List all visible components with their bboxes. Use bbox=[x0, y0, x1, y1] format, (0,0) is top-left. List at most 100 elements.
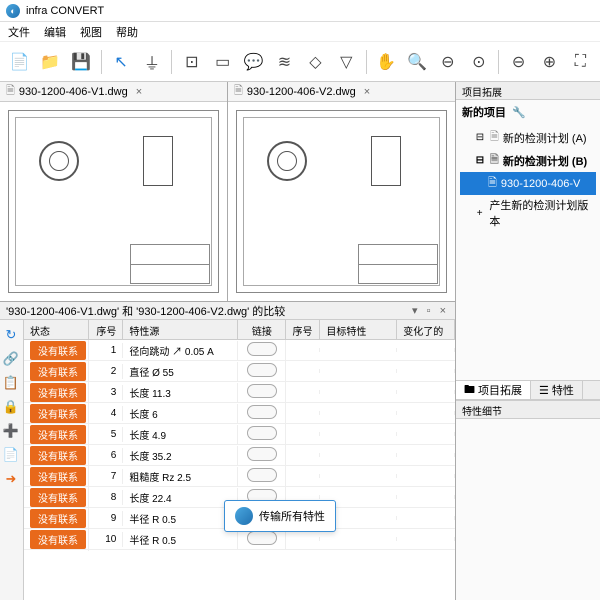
circle-minus-icon[interactable]: ⊖ bbox=[505, 48, 532, 76]
table-row[interactable]: 没有联系6长度 35.2 bbox=[24, 445, 455, 466]
status-badge: 没有联系 bbox=[30, 530, 86, 549]
col-seq2[interactable]: 序号 bbox=[286, 320, 320, 339]
separator bbox=[498, 50, 499, 74]
refresh-icon[interactable]: ↻ bbox=[0, 324, 22, 346]
cell-feature: 长度 22.4 bbox=[123, 488, 238, 507]
cell-feature: 长度 35.2 bbox=[123, 446, 238, 465]
link-toggle[interactable] bbox=[247, 405, 277, 419]
select-rect-icon[interactable]: ▭ bbox=[209, 48, 236, 76]
project-header: 项目拓展 bbox=[456, 82, 600, 100]
clipboard-icon[interactable]: 📋 bbox=[0, 372, 22, 394]
list-icon: ☰ bbox=[539, 384, 549, 397]
table-row[interactable]: 没有联系4长度 6 bbox=[24, 403, 455, 424]
col-changed[interactable]: 变化了的 bbox=[397, 320, 455, 339]
close-icon[interactable]: × bbox=[364, 86, 370, 98]
panel-controls[interactable]: ▾ ▫ × bbox=[412, 304, 449, 317]
drawing-tab-right[interactable]: 🗎 930-1200-406-V2.dwg × bbox=[228, 82, 455, 102]
drawing-tab-left-label: 930-1200-406-V1.dwg bbox=[19, 86, 128, 98]
tag-icon[interactable]: ◇ bbox=[302, 48, 329, 76]
tree-generate[interactable]: + 产生新的检测计划版本 bbox=[460, 195, 596, 231]
table-row[interactable]: 没有联系5长度 4.9 bbox=[24, 424, 455, 445]
link-icon[interactable]: 🔗 bbox=[0, 348, 22, 370]
add-icon[interactable]: ➕ bbox=[0, 420, 22, 442]
compare-header: '930-1200-406-V1.dwg' 和 '930-1200-406-V2… bbox=[0, 302, 455, 320]
tree-plan-a[interactable]: ⊟ 🗎 新的检测计划 (A) bbox=[460, 126, 596, 149]
drawing-view-left[interactable] bbox=[0, 102, 227, 301]
comment-icon[interactable]: 💬 bbox=[240, 48, 267, 76]
tree-file-selected[interactable]: 🗎 930-1200-406-V bbox=[460, 172, 596, 195]
link-toggle[interactable] bbox=[247, 468, 277, 482]
menu-file[interactable]: 文件 bbox=[8, 24, 30, 40]
col-seq[interactable]: 序号 bbox=[89, 320, 123, 339]
table-row[interactable]: 没有联系7粗糙度 Rz 2.5 bbox=[24, 466, 455, 487]
col-link[interactable]: 链接 bbox=[238, 320, 286, 339]
cell-seq: 4 bbox=[89, 406, 123, 421]
cell-seq2 bbox=[286, 369, 320, 373]
cell-seq2 bbox=[286, 432, 320, 436]
transfer-icon bbox=[235, 507, 253, 525]
table-row[interactable]: 没有联系2直径 Ø 55 bbox=[24, 361, 455, 382]
zoom-icon[interactable]: 🔍 bbox=[404, 48, 431, 76]
transfer-all-button[interactable]: 传输所有特性 bbox=[224, 500, 336, 532]
circle-plus-icon[interactable]: ⊕ bbox=[536, 48, 563, 76]
drawing-view-right[interactable] bbox=[228, 102, 455, 301]
app-title: infra CONVERT bbox=[26, 5, 104, 17]
tree-plan-b-label: 新的检测计划 (B) bbox=[503, 153, 587, 169]
detail-header: 特性细节 bbox=[456, 401, 600, 419]
col-status[interactable]: 状态 bbox=[24, 320, 89, 339]
wrench-icon[interactable]: 🔧 bbox=[512, 106, 526, 119]
table-row[interactable]: 没有联系10半径 R 0.5 bbox=[24, 529, 455, 550]
col-target[interactable]: 目标特性 bbox=[320, 320, 397, 339]
zoom-out-icon[interactable]: ⊖ bbox=[434, 48, 461, 76]
link-toggle[interactable] bbox=[247, 342, 277, 356]
drawing-sheet bbox=[236, 110, 447, 293]
close-icon[interactable]: × bbox=[136, 86, 142, 98]
tree-plan-b[interactable]: ⊟ 🗎 新的检测计划 (B) bbox=[460, 149, 596, 172]
tab-expand[interactable]: 🖿项目拓展 bbox=[456, 381, 531, 399]
link-toggle[interactable] bbox=[247, 363, 277, 377]
table-row[interactable]: 没有联系3长度 11.3 bbox=[24, 382, 455, 403]
zoom-region-icon[interactable]: ⊡ bbox=[178, 48, 205, 76]
tab-properties[interactable]: ☰特性 bbox=[531, 381, 583, 399]
table-row[interactable]: 没有联系1径向跳动 ↗ 0.05 A bbox=[24, 340, 455, 361]
drawing-sheet bbox=[8, 110, 219, 293]
expand-icon[interactable]: ⛶ bbox=[567, 48, 594, 76]
cell-target bbox=[320, 537, 397, 541]
drawing-tab-right-label: 930-1200-406-V2.dwg bbox=[247, 86, 356, 98]
link-toggle[interactable] bbox=[247, 426, 277, 440]
cell-feature: 径向跳动 ↗ 0.05 A bbox=[123, 341, 238, 360]
cell-feature: 粗糙度 Rz 2.5 bbox=[123, 467, 238, 486]
separator bbox=[101, 50, 102, 74]
mechanical-drawing bbox=[128, 126, 188, 206]
copy-icon[interactable]: 📄 bbox=[0, 444, 22, 466]
menu-view[interactable]: 视图 bbox=[80, 24, 102, 40]
app-icon: ◐ bbox=[6, 4, 20, 18]
pan-icon[interactable]: ✋ bbox=[373, 48, 400, 76]
status-badge: 没有联系 bbox=[30, 362, 86, 381]
menu-help[interactable]: 帮助 bbox=[116, 24, 138, 40]
tree-icon: 🖿 bbox=[464, 381, 475, 400]
open-icon[interactable]: 📁 bbox=[37, 48, 64, 76]
link-toggle[interactable] bbox=[247, 531, 277, 545]
drawing-tab-left[interactable]: 🗎 930-1200-406-V1.dwg × bbox=[0, 82, 227, 102]
save-icon[interactable]: 💾 bbox=[68, 48, 95, 76]
compare-title: '930-1200-406-V1.dwg' 和 '930-1200-406-V2… bbox=[6, 303, 285, 319]
layers-icon[interactable]: ≋ bbox=[271, 48, 298, 76]
compare-table[interactable]: 状态 序号 特性源 链接 序号 目标特性 变化了的 没有联系1径向跳动 ↗ 0.… bbox=[24, 320, 455, 600]
document-icon: 🗎 bbox=[490, 151, 499, 170]
link-toggle[interactable] bbox=[247, 447, 277, 461]
new-icon[interactable]: 📄 bbox=[6, 48, 33, 76]
cell-seq: 2 bbox=[89, 364, 123, 379]
menu-edit[interactable]: 编辑 bbox=[44, 24, 66, 40]
link-toggle[interactable] bbox=[247, 384, 277, 398]
pointer-icon[interactable]: ↖ bbox=[108, 48, 135, 76]
cell-changed bbox=[397, 390, 455, 394]
status-badge: 没有联系 bbox=[30, 425, 86, 444]
lock-icon[interactable]: 🔒 bbox=[0, 396, 22, 418]
status-badge: 没有联系 bbox=[30, 467, 86, 486]
export-icon[interactable]: ➜ bbox=[0, 468, 22, 490]
stamp-icon[interactable]: ⏚ bbox=[139, 48, 166, 76]
col-feature-src[interactable]: 特性源 bbox=[123, 320, 238, 339]
filter-icon[interactable]: ▽ bbox=[333, 48, 360, 76]
zoom-fit-icon[interactable]: ⊙ bbox=[465, 48, 492, 76]
